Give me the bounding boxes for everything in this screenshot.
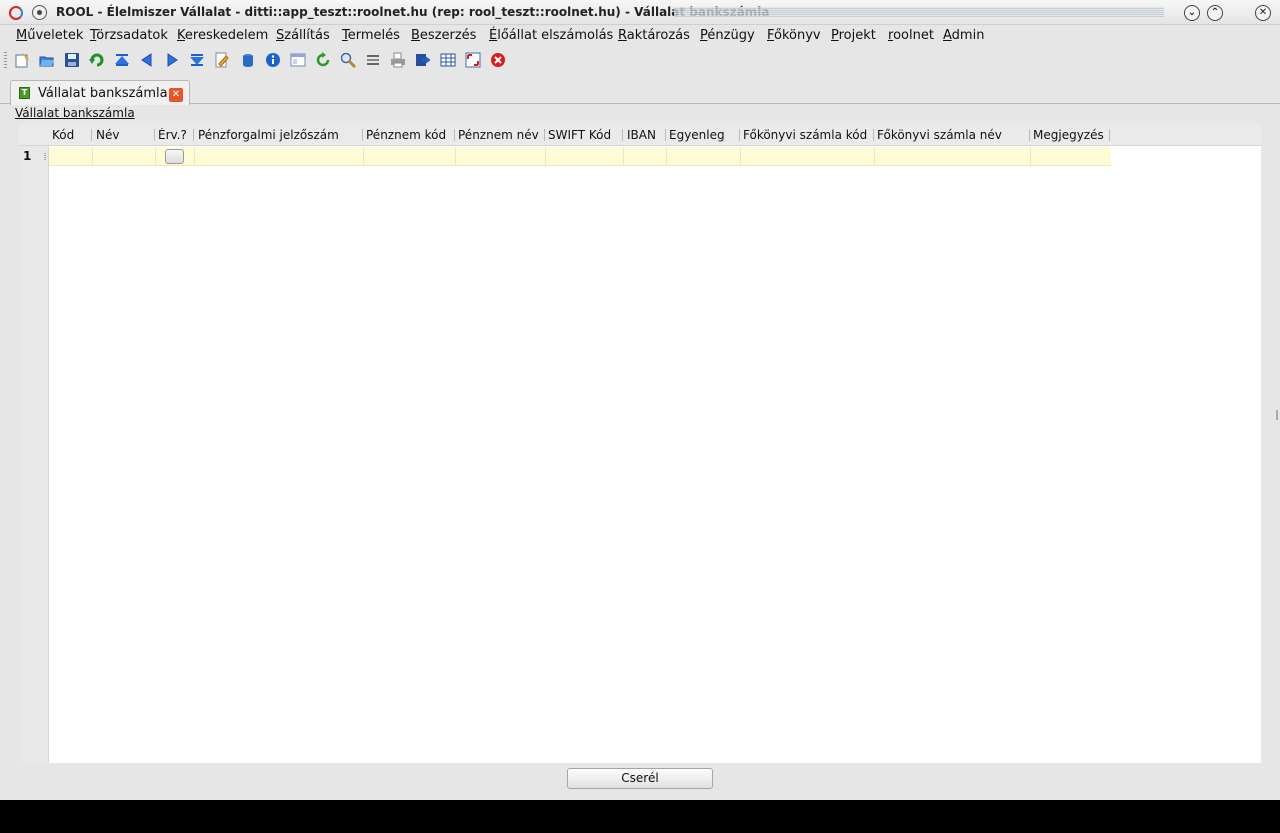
menu-projekt[interactable]: Projekt	[831, 28, 876, 43]
cell-separator	[666, 147, 667, 166]
previous-record-icon[interactable]	[138, 51, 156, 69]
refresh-icon[interactable]	[314, 51, 332, 69]
cell-separator	[155, 147, 156, 166]
valid-checkbox[interactable]	[165, 149, 184, 164]
column-separator[interactable]	[193, 129, 194, 141]
save-icon[interactable]	[63, 51, 81, 69]
title-bar-decoration	[674, 7, 1164, 17]
list-view-icon[interactable]	[364, 51, 382, 69]
tab-label: Vállalat bankszámla	[38, 86, 168, 101]
column-header-penzforgalmi-jelzoszam[interactable]: Pénzforgalmi jelzőszám	[198, 128, 339, 142]
column-header-megjegyzes[interactable]: Megjegyzés	[1033, 128, 1104, 142]
menu-beszerzes[interactable]: Beszerzés	[411, 28, 476, 43]
cell-separator	[874, 147, 875, 166]
cell-separator	[1030, 147, 1031, 166]
menu-torzsadatok[interactable]: Törzsadatok	[90, 28, 168, 43]
column-header-fokonyvi-szamla-kod[interactable]: Főkönyvi számla kód	[743, 128, 867, 142]
export-icon[interactable]	[414, 51, 432, 69]
toolbar	[0, 48, 1280, 72]
data-grid[interactable]: Kód Név Érv.? Pénzforgalmi jelzőszám Pén…	[19, 124, 1261, 763]
column-header-penznem-nev[interactable]: Pénznem név	[458, 128, 539, 142]
column-header-swift-kod[interactable]: SWIFT Kód	[548, 128, 611, 142]
print-icon[interactable]	[389, 51, 407, 69]
column-separator[interactable]	[739, 129, 740, 141]
menu-admin[interactable]: Admin	[943, 28, 984, 43]
row-header-column	[19, 124, 49, 763]
cell-separator	[623, 147, 624, 166]
tab-bar: T Vállalat bankszámla ✕	[0, 78, 1280, 105]
window-title: ROOL - Élelmiszer Vállalat - ditti::app_…	[56, 5, 770, 19]
splitter-handle[interactable]	[1276, 410, 1278, 420]
edit-icon[interactable]	[212, 51, 230, 69]
form-type-icon: T	[19, 87, 30, 99]
maximize-button[interactable]: ⌃	[1207, 5, 1223, 21]
toolbar-grip[interactable]	[4, 52, 7, 68]
menu-roolnet[interactable]: roolnet	[888, 28, 934, 43]
cell-separator	[740, 147, 741, 166]
close-window-button[interactable]: ✕	[1255, 5, 1271, 21]
title-bar[interactable]: ROOL - Élelmiszer Vállalat - ditti::app_…	[0, 0, 1280, 25]
menu-penzugy[interactable]: Pénzügy	[700, 28, 755, 43]
first-record-icon[interactable]	[113, 51, 131, 69]
column-separator[interactable]	[1029, 129, 1030, 141]
column-separator[interactable]	[1109, 129, 1110, 141]
cell-separator	[545, 147, 546, 166]
row-number[interactable]: 1	[23, 149, 31, 163]
close-tab-icon[interactable]: ✕	[169, 88, 183, 102]
close-red-icon[interactable]	[489, 51, 507, 69]
column-header-nev[interactable]: Név	[96, 128, 119, 142]
pin-window-icon[interactable]	[32, 5, 47, 20]
column-separator[interactable]	[544, 129, 545, 141]
column-header-kod[interactable]: Kód	[52, 128, 74, 142]
form-view-icon[interactable]	[289, 51, 307, 69]
row-resize-handle[interactable]	[44, 153, 46, 161]
column-separator[interactable]	[91, 129, 92, 141]
replace-button[interactable]: Cserél	[567, 768, 713, 789]
application-window: ROOL - Élelmiszer Vállalat - ditti::app_…	[0, 0, 1280, 800]
column-separator[interactable]	[154, 129, 155, 141]
menu-bar: Műveletek Törzsadatok Kereskedelem Száll…	[0, 25, 1280, 47]
menu-fokonyv[interactable]: Főkönyv	[767, 28, 821, 43]
database-icon[interactable]	[239, 51, 257, 69]
open-icon[interactable]	[38, 51, 56, 69]
last-record-icon[interactable]	[188, 51, 206, 69]
column-separator[interactable]	[454, 129, 455, 141]
cell-separator	[194, 147, 195, 166]
info-icon[interactable]	[264, 51, 282, 69]
column-separator[interactable]	[362, 129, 363, 141]
column-separator[interactable]	[622, 129, 623, 141]
menu-eloallat-elszamolas[interactable]: Élőállat elszámolás	[489, 28, 613, 43]
column-separator[interactable]	[665, 129, 666, 141]
menu-kereskedelem[interactable]: Kereskedelem	[177, 28, 268, 43]
cell-separator	[363, 147, 364, 166]
tab-vallalat-bankszamla[interactable]: T Vállalat bankszámla ✕	[10, 80, 190, 105]
column-header-egyenleg[interactable]: Egyenleg	[669, 128, 725, 142]
column-separator[interactable]	[873, 129, 874, 141]
new-icon[interactable]	[13, 51, 31, 69]
form-title: Vállalat bankszámla	[15, 106, 135, 120]
column-header-row: Kód Név Érv.? Pénzforgalmi jelzőszám Pén…	[19, 124, 1261, 146]
column-header-iban[interactable]: IBAN	[627, 128, 656, 142]
grid-view-icon[interactable]	[439, 51, 457, 69]
next-record-icon[interactable]	[163, 51, 181, 69]
column-header-erv[interactable]: Érv.?	[158, 128, 187, 142]
undo-icon[interactable]	[88, 51, 106, 69]
column-header-penznem-kod[interactable]: Pénznem kód	[366, 128, 446, 142]
app-logo-icon[interactable]	[9, 6, 23, 20]
cell-separator	[455, 147, 456, 166]
menu-szallitas[interactable]: Szállítás	[276, 28, 330, 43]
menu-raktarozas[interactable]: Raktározás	[618, 28, 690, 43]
table-row[interactable]	[49, 147, 1111, 166]
cell-separator	[92, 147, 93, 166]
search-icon[interactable]	[339, 51, 357, 69]
minimize-button[interactable]: ⌄	[1184, 5, 1200, 21]
menu-muveletek[interactable]: Műveletek	[16, 28, 83, 43]
column-header-fokonyvi-szamla-nev[interactable]: Főkönyvi számla név	[877, 128, 1002, 142]
fullscreen-icon[interactable]	[464, 51, 482, 69]
menu-termeles[interactable]: Termelés	[342, 28, 400, 43]
